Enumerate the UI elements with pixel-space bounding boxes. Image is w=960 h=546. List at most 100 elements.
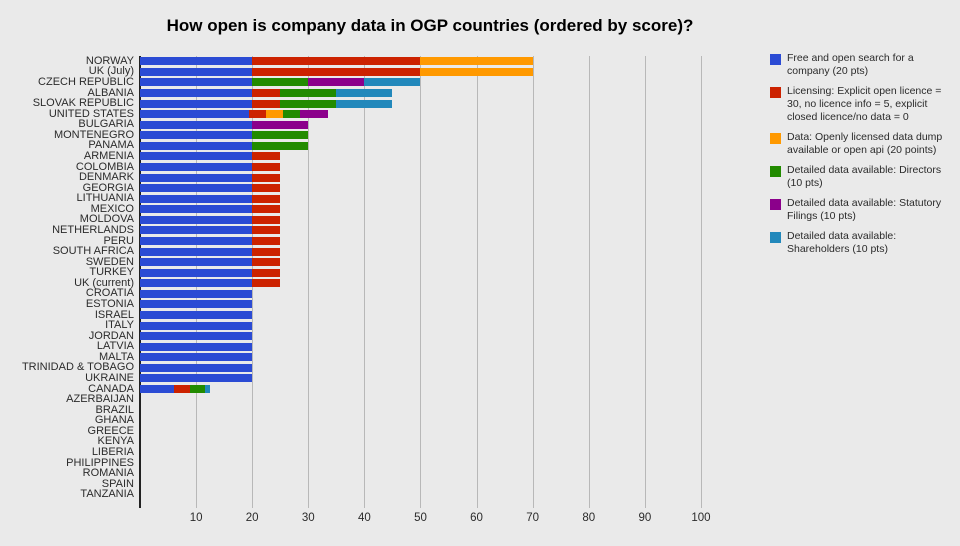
bar-row[interactable] xyxy=(140,332,729,341)
bar-row[interactable] xyxy=(140,131,729,140)
bar-segment[interactable] xyxy=(420,67,533,76)
bar-segment[interactable] xyxy=(173,385,191,393)
bar-segment[interactable] xyxy=(140,205,253,214)
bar-segment[interactable] xyxy=(283,110,300,119)
bar-row[interactable] xyxy=(140,163,729,171)
bar-segment[interactable] xyxy=(252,194,281,203)
bar-segment[interactable] xyxy=(140,332,253,341)
bar-segment[interactable] xyxy=(140,163,253,171)
bar-segment[interactable] xyxy=(140,374,253,383)
bar-segment[interactable] xyxy=(308,78,365,87)
bar-segment[interactable] xyxy=(299,110,328,119)
bar-segment[interactable] xyxy=(336,99,393,108)
bar-segment[interactable] xyxy=(420,57,533,66)
bar-row[interactable] xyxy=(140,438,729,446)
bar-row[interactable] xyxy=(140,247,729,256)
bar-row[interactable] xyxy=(140,311,729,319)
bar-row[interactable] xyxy=(140,459,729,467)
bar-segment[interactable] xyxy=(140,78,253,87)
bar-segment[interactable] xyxy=(252,89,281,97)
bar-segment[interactable] xyxy=(140,152,253,161)
legend-item[interactable]: Free and open search for a company (20 p… xyxy=(770,52,960,78)
bar-row[interactable] xyxy=(140,374,729,383)
bar-segment[interactable] xyxy=(140,110,250,119)
bar-segment[interactable] xyxy=(140,353,253,362)
bar-row[interactable] xyxy=(140,57,729,66)
bar-segment[interactable] xyxy=(252,215,281,224)
bar-segment[interactable] xyxy=(140,237,253,245)
bar-row[interactable] xyxy=(140,417,729,425)
bar-row[interactable] xyxy=(140,141,729,150)
bar-row[interactable] xyxy=(140,279,729,288)
bar-row[interactable] xyxy=(140,289,729,298)
bar-row[interactable] xyxy=(140,427,729,435)
bar-row[interactable] xyxy=(140,321,729,330)
bar-row[interactable] xyxy=(140,491,729,499)
bar-segment[interactable] xyxy=(140,363,253,372)
bar-segment[interactable] xyxy=(252,78,309,87)
bar-segment[interactable] xyxy=(140,342,253,351)
bar-segment[interactable] xyxy=(252,99,281,108)
bar-segment[interactable] xyxy=(252,120,309,129)
bar-row[interactable] xyxy=(140,215,729,224)
bar-segment[interactable] xyxy=(140,385,174,393)
bar-segment[interactable] xyxy=(140,215,253,224)
bar-segment[interactable] xyxy=(140,258,253,267)
bar-row[interactable] xyxy=(140,396,729,404)
bar-row[interactable] xyxy=(140,470,729,478)
bar-row[interactable] xyxy=(140,406,729,414)
bar-row[interactable] xyxy=(140,448,729,456)
bar-segment[interactable] xyxy=(140,184,253,193)
bar-segment[interactable] xyxy=(280,99,337,108)
bar-segment[interactable] xyxy=(252,205,281,214)
bar-segment[interactable] xyxy=(252,279,281,288)
bar-row[interactable] xyxy=(140,78,729,87)
bar-segment[interactable] xyxy=(140,120,253,129)
bar-segment[interactable] xyxy=(252,141,309,150)
bar-row[interactable] xyxy=(140,480,729,488)
bar-segment[interactable] xyxy=(140,131,253,140)
bar-row[interactable] xyxy=(140,268,729,277)
bar-segment[interactable] xyxy=(280,89,337,97)
bar-segment[interactable] xyxy=(252,173,281,182)
bar-segment[interactable] xyxy=(140,141,253,150)
bar-segment[interactable] xyxy=(140,289,253,298)
bar-row[interactable] xyxy=(140,67,729,76)
bar-segment[interactable] xyxy=(140,89,253,97)
bar-segment[interactable] xyxy=(252,258,281,267)
bar-segment[interactable] xyxy=(252,184,281,193)
bar-segment[interactable] xyxy=(140,226,253,235)
bar-segment[interactable] xyxy=(140,173,253,182)
bar-segment[interactable] xyxy=(140,57,253,66)
bar-segment[interactable] xyxy=(266,110,284,119)
bar-segment[interactable] xyxy=(140,300,253,309)
bar-row[interactable] xyxy=(140,237,729,245)
bar-segment[interactable] xyxy=(140,99,253,108)
bar-row[interactable] xyxy=(140,194,729,203)
bar-segment[interactable] xyxy=(140,247,253,256)
bar-segment[interactable] xyxy=(140,268,253,277)
legend-item[interactable]: Licensing: Explicit open licence = 30, n… xyxy=(770,85,960,124)
bar-segment[interactable] xyxy=(252,268,281,277)
bar-segment[interactable] xyxy=(336,89,393,97)
bar-row[interactable] xyxy=(140,205,729,214)
bar-segment[interactable] xyxy=(252,131,309,140)
bar-row[interactable] xyxy=(140,110,729,119)
bar-row[interactable] xyxy=(140,89,729,97)
legend-item[interactable]: Detailed data available: Statutory Filin… xyxy=(770,197,960,223)
bar-segment[interactable] xyxy=(140,67,253,76)
bar-segment[interactable] xyxy=(140,321,253,330)
bar-segment[interactable] xyxy=(140,194,253,203)
bar-segment[interactable] xyxy=(252,226,281,235)
bar-row[interactable] xyxy=(140,300,729,309)
bar-row[interactable] xyxy=(140,120,729,129)
legend-item[interactable]: Detailed data available: Directors (10 p… xyxy=(770,164,960,190)
bar-row[interactable] xyxy=(140,385,729,393)
bar-segment[interactable] xyxy=(249,110,267,119)
bar-row[interactable] xyxy=(140,353,729,362)
bar-segment[interactable] xyxy=(204,385,211,393)
bar-segment[interactable] xyxy=(252,247,281,256)
bar-segment[interactable] xyxy=(252,163,281,171)
bar-segment[interactable] xyxy=(252,67,421,76)
bar-row[interactable] xyxy=(140,184,729,193)
